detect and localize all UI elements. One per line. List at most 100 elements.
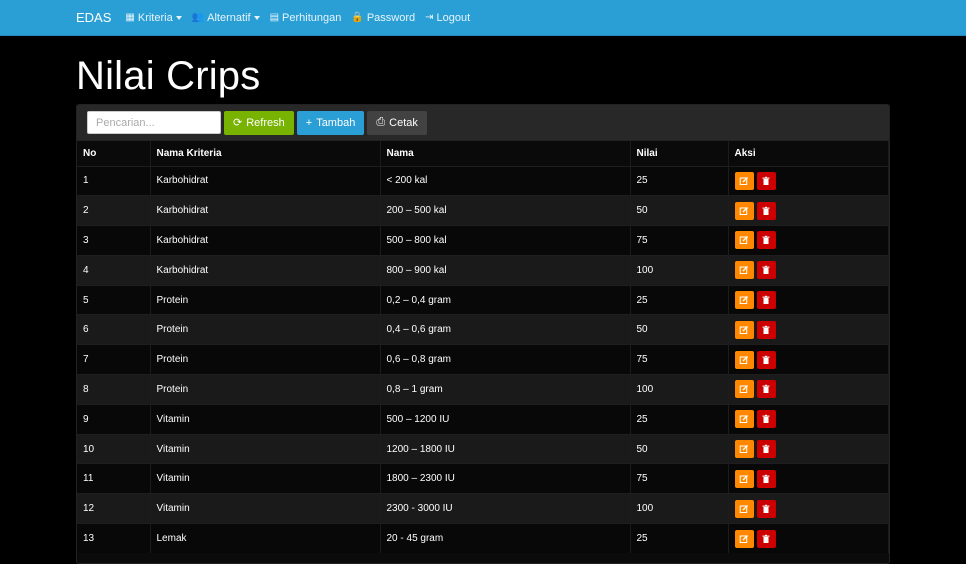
cell-nama: 0,8 – 1 gram [380, 374, 631, 405]
edit-button[interactable] [734, 440, 754, 459]
cell-nilai: 75 [630, 225, 729, 256]
edit-icon [739, 235, 749, 245]
nav-alternatif[interactable]: 👥 Alternatif [192, 12, 260, 24]
refresh-button[interactable]: ⟳ Refresh [224, 110, 294, 135]
page-title: Nilai Crips [76, 54, 261, 98]
delete-button[interactable] [756, 261, 776, 280]
cell-nama-kriteria: Vitamin [150, 463, 381, 494]
cell-nama-kriteria: Protein [150, 284, 381, 315]
cell-nama-kriteria: Karbohidrat [150, 165, 381, 196]
delete-button[interactable] [756, 350, 776, 369]
nav-perhitungan[interactable]: ▤ Perhitungan [270, 12, 342, 24]
cell-nama-kriteria: Karbohidrat [150, 254, 381, 286]
cell-no: 9 [77, 403, 151, 435]
cell-nilai: 50 [630, 433, 729, 464]
row-actions [734, 201, 889, 220]
table-row: 12 Vitamin 2300 - 3000 IU 100 [77, 493, 889, 524]
print-icon: ⎙ [376, 116, 386, 128]
edit-button[interactable] [734, 380, 754, 399]
trash-icon [761, 355, 771, 365]
caret-down-icon [253, 15, 260, 20]
delete-button[interactable] [756, 529, 776, 548]
row-actions [734, 231, 889, 250]
table-row: 13 Lemak 20 - 45 gram 25 [77, 523, 889, 554]
cell-no: 6 [77, 314, 151, 345]
cell-no: 5 [77, 284, 151, 315]
row-actions [734, 320, 889, 339]
data-panel: ⟳ Refresh + Tambah ⎙ Cetak No Nama Krite… [76, 104, 890, 564]
edit-button[interactable] [734, 291, 754, 310]
trash-icon [761, 534, 771, 544]
edit-button[interactable] [734, 201, 754, 220]
edit-button[interactable] [734, 350, 754, 369]
edit-button[interactable] [734, 171, 754, 190]
trash-icon [761, 504, 771, 514]
edit-icon [739, 325, 749, 335]
edit-button[interactable] [734, 231, 754, 250]
edit-icon [739, 295, 749, 305]
trash-icon [761, 414, 771, 424]
cell-aksi [728, 403, 889, 435]
print-button[interactable]: ⎙ Cetak [367, 110, 427, 135]
delete-button[interactable] [756, 410, 776, 429]
cell-nama-kriteria: Vitamin [150, 403, 381, 435]
edit-button[interactable] [734, 499, 754, 518]
edit-button[interactable] [734, 261, 754, 280]
table-row: 7 Protein 0,6 – 0,8 gram 75 [77, 344, 889, 375]
cell-nama: < 200 kal [380, 165, 631, 196]
cell-aksi [728, 195, 889, 226]
add-button[interactable]: + Tambah [296, 110, 365, 135]
cell-no: 7 [77, 344, 151, 375]
cell-nilai: 25 [630, 523, 729, 554]
refresh-button-label: Refresh [246, 116, 285, 129]
brand-link[interactable]: EDAS [76, 10, 111, 25]
nav-logout-label: Logout [436, 11, 471, 24]
delete-button[interactable] [756, 291, 776, 310]
search-input[interactable] [87, 111, 221, 134]
nav-kriteria-label: Kriteria [137, 11, 173, 24]
edit-button[interactable] [734, 529, 754, 548]
cell-aksi [728, 493, 889, 524]
edit-button[interactable] [734, 320, 754, 339]
nav-logout[interactable]: ⇥ Logout [425, 12, 470, 24]
print-button-label: Cetak [389, 116, 418, 129]
table-row: 5 Protein 0,2 – 0,4 gram 25 [77, 284, 889, 315]
cell-nama: 2300 - 3000 IU [380, 493, 631, 524]
table-row: 9 Vitamin 500 – 1200 IU 25 [77, 403, 889, 435]
table-row: 2 Karbohidrat 200 – 500 kal 50 [77, 195, 889, 226]
row-actions [734, 291, 889, 310]
table-body: 1 Karbohidrat < 200 kal 25 2 Karbohidrat 200 –… [77, 165, 889, 554]
nav-kriteria[interactable]: ▦ Kriteria [125, 11, 182, 24]
delete-button[interactable] [756, 201, 776, 220]
lock-icon: 🔒 [351, 12, 364, 23]
delete-button[interactable] [756, 499, 776, 518]
delete-button[interactable] [756, 171, 776, 190]
edit-icon [739, 414, 749, 424]
delete-button[interactable] [756, 440, 776, 459]
header-nama-kriteria: Nama Kriteria [150, 141, 381, 166]
cell-nama: 0,2 – 0,4 gram [380, 284, 631, 315]
caret-down-icon [175, 15, 182, 20]
cell-nama-kriteria: Protein [150, 314, 381, 345]
delete-button[interactable] [756, 380, 776, 399]
header-nama: Nama [380, 141, 631, 166]
cell-nama: 0,6 – 0,8 gram [380, 344, 631, 375]
trash-icon [761, 206, 771, 216]
nav-password[interactable]: 🔒 Password [351, 12, 415, 24]
header-aksi: Aksi [728, 141, 889, 166]
row-actions [734, 410, 889, 429]
cell-nama-kriteria: Protein [150, 374, 381, 405]
cell-nilai: 50 [630, 195, 729, 226]
cell-no: 4 [77, 254, 151, 286]
cell-nilai: 75 [630, 463, 729, 494]
delete-button[interactable] [756, 231, 776, 250]
trash-icon [761, 265, 771, 275]
edit-icon [739, 534, 749, 544]
delete-button[interactable] [756, 320, 776, 339]
edit-button[interactable] [734, 469, 754, 488]
delete-button[interactable] [756, 469, 776, 488]
cell-nama: 1800 – 2300 IU [380, 463, 631, 494]
edit-button[interactable] [734, 410, 754, 429]
cell-nama: 0,4 – 0,6 gram [380, 314, 631, 345]
crips-table: No Nama Kriteria Nama Nilai Aksi 1 Karboh… [77, 141, 889, 554]
